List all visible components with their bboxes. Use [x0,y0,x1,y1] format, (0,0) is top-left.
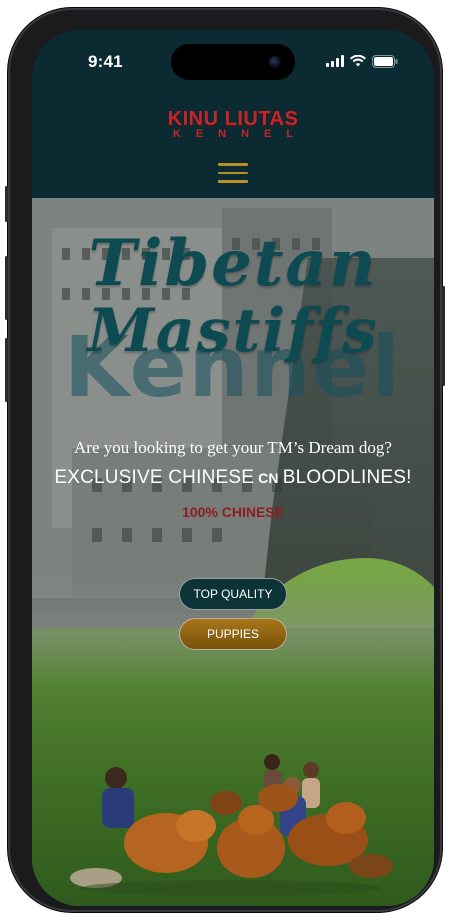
site-header: KINU LIUTAS KENNEL [32,86,434,198]
status-icons [326,54,398,68]
status-bar: 9:41 [32,30,434,86]
exclusive-suffix: BLOODLINES! [282,467,412,488]
hero-section: Kennel Tibetan Mastiffs Are you looking … [32,198,434,906]
power-button [442,286,445,386]
screen: 9:41 KINU LIUTAS KENNEL Kennel Tibetan M… [32,30,434,906]
hero-question: Are you looking to get your TM’s Dream d… [74,438,392,457]
action-button [5,186,8,222]
cn-code: CN [258,470,279,486]
signal-icon [326,55,344,67]
dynamic-island [171,44,295,80]
status-time: 9:41 [88,52,123,71]
hamburger-menu-icon[interactable] [218,162,248,184]
hero-title-line2: Mastiffs [87,296,379,366]
exclusive-prefix: EXCLUSIVE CHINESE [54,467,255,488]
puppies-button[interactable]: PUPPIES [179,618,287,650]
family-with-dogs-photo [70,754,393,896]
logo-subtitle: KENNEL [172,128,309,140]
battery-icon [372,54,398,68]
volume-up-button [5,256,8,320]
volume-down-button [5,338,8,402]
phone-frame: 9:41 KINU LIUTAS KENNEL Kennel Tibetan M… [5,8,445,912]
wifi-icon [350,55,366,67]
chinese-label: 100% CHINESE [182,504,284,520]
hero-title-line1: Tibetan [88,226,378,301]
top-quality-button[interactable]: TOP QUALITY [179,578,287,610]
hero-exclusive-line: EXCLUSIVE CHINESE CN BLOODLINES! [32,467,434,489]
front-camera-icon [269,56,281,68]
